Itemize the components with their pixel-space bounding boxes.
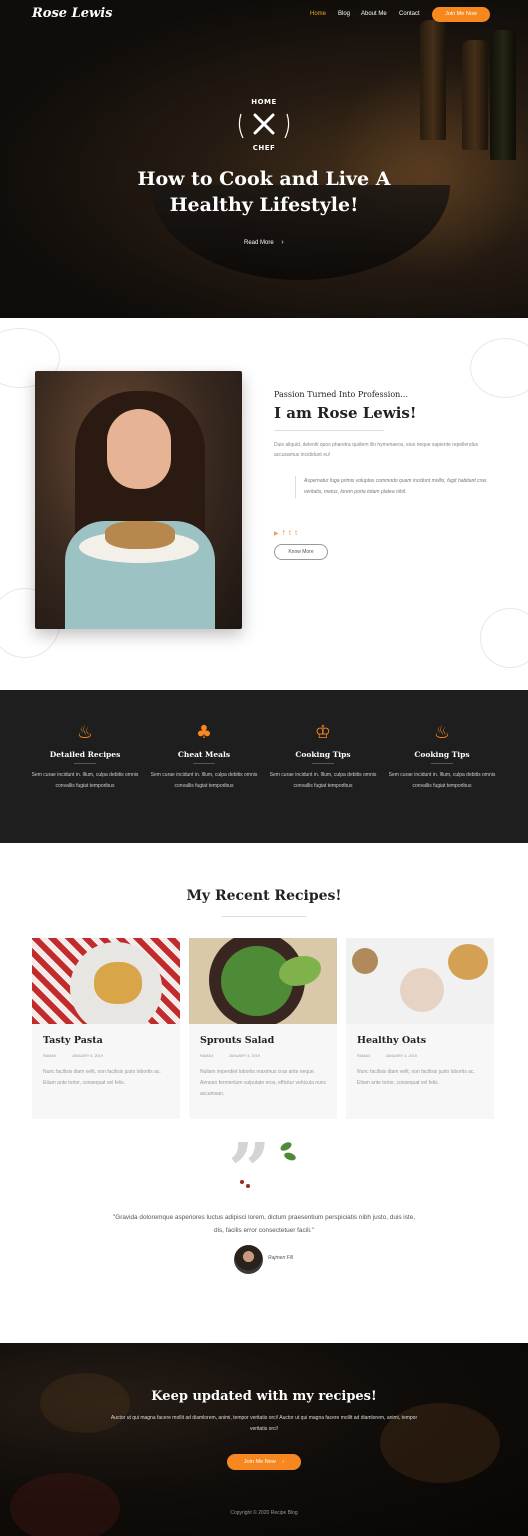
about-description: Duis aliquid, deleniti quos pharetra qui… bbox=[274, 442, 479, 458]
recipe-author: RAMAX bbox=[357, 1054, 371, 1058]
recipe-title[interactable]: Sprouts Salad bbox=[200, 1035, 274, 1046]
background-doodle bbox=[480, 608, 528, 668]
cooking-pot-icon: ♨ bbox=[76, 722, 94, 743]
feature-divider bbox=[193, 763, 215, 764]
nav-home[interactable]: Home bbox=[310, 11, 326, 17]
feature-text: Sem curae incidunt in. Illum, culpa debi… bbox=[150, 772, 258, 789]
leaf-decoration bbox=[283, 1151, 297, 1162]
about-kicker: Passion Turned Into Profession... bbox=[274, 390, 408, 399]
recipe-title[interactable]: Tasty Pasta bbox=[43, 1035, 103, 1046]
recipe-meta: RAMAX JANUARY 4, 2019 bbox=[200, 1054, 260, 1058]
recipe-date: JANUARY 4, 2019 bbox=[71, 1054, 103, 1058]
feature-cooking-tips-2: ♨ Cooking Tips Sem curae incidunt in. Il… bbox=[387, 722, 497, 792]
berry-decoration bbox=[240, 1180, 244, 1184]
footer-copyright: Copyright © 2020 Recipe Blog bbox=[230, 1510, 298, 1516]
recipe-card-sprouts-salad[interactable]: Sprouts Salad RAMAX JANUARY 4, 2019 Null… bbox=[189, 938, 337, 1119]
laurel-icon bbox=[238, 113, 290, 139]
feature-title: Detailed Recipes bbox=[49, 750, 121, 759]
join-me-now-button[interactable]: Join Me Now bbox=[432, 7, 490, 22]
cooking-pot-icon: ♨ bbox=[433, 722, 451, 743]
badge-bottom-text: CHEF bbox=[252, 144, 276, 152]
recipe-author: RAMAX bbox=[43, 1054, 57, 1058]
recipe-title[interactable]: Healthy Oats bbox=[357, 1035, 426, 1046]
feature-divider bbox=[74, 763, 96, 764]
recipe-card-tasty-pasta[interactable]: Tasty Pasta RAMAX JANUARY 4, 2019 Nunc f… bbox=[32, 938, 180, 1119]
quote-mark-icon: ” bbox=[228, 1128, 271, 1214]
feature-text: Sem curae incidunt in. Illum, culpa debi… bbox=[31, 772, 139, 789]
newsletter-join-label: Join Me Now bbox=[243, 1459, 276, 1465]
feature-title: Cooking Tips bbox=[414, 750, 470, 759]
tumblr-icon[interactable]: t bbox=[295, 530, 297, 537]
feature-divider bbox=[431, 763, 453, 764]
nav-blog[interactable]: Blog bbox=[338, 11, 350, 17]
chevron-right-icon: › bbox=[281, 239, 284, 246]
about-divider bbox=[274, 430, 384, 431]
recipe-card-healthy-oats[interactable]: Healthy Oats RAMAX JANUARY 4, 2019 Nunc … bbox=[346, 938, 494, 1119]
feature-title: Cheat Meals bbox=[177, 750, 231, 759]
recipe-date: JANUARY 4, 2019 bbox=[385, 1054, 417, 1058]
recipe-author: RAMAX bbox=[200, 1054, 214, 1058]
hero-title-line-2: Healthy Lifestyle! bbox=[169, 194, 359, 216]
nav-about-me[interactable]: About Me bbox=[361, 11, 387, 17]
testimonial-author: Rajmen Fill bbox=[268, 1255, 294, 1261]
newsletter-join-button[interactable]: Join Me Now › bbox=[227, 1454, 301, 1470]
photo-food bbox=[105, 521, 175, 549]
chevron-right-icon: › bbox=[282, 1459, 285, 1465]
read-more-link[interactable]: Read More › bbox=[244, 239, 284, 246]
feature-cheat-meals: ♣ Cheat Meals Sem curae incidunt in. Ill… bbox=[149, 722, 259, 792]
recipe-meta: RAMAX JANUARY 4, 2019 bbox=[357, 1054, 417, 1058]
about-heading: I am Rose Lewis! bbox=[274, 404, 417, 422]
youtube-icon[interactable]: ▶ bbox=[274, 530, 279, 537]
photo-face bbox=[107, 409, 171, 489]
newsletter-section: Keep updated with my recipes! Auctor ut … bbox=[0, 1343, 528, 1536]
facebook-icon[interactable]: f bbox=[283, 530, 285, 537]
hero-title: How to Cook and Live A Healthy Lifestyle… bbox=[0, 166, 528, 218]
background-doodle bbox=[470, 338, 528, 398]
recipe-excerpt: Nunc facilisis diam velit, non facilisis… bbox=[43, 1069, 161, 1086]
recipe-excerpt: Nullam imperdiet lobortis maximus cras a… bbox=[200, 1069, 327, 1097]
feature-divider bbox=[312, 763, 334, 764]
recent-recipes-heading: My Recent Recipes! bbox=[186, 888, 342, 904]
features-section: ♨ Detailed Recipes Sem curae incidunt in… bbox=[0, 690, 528, 843]
top-navigation: Rose Lewis Home Blog About Me Contact Jo… bbox=[0, 0, 528, 30]
know-more-button[interactable]: Know More bbox=[274, 544, 328, 560]
recipes-divider bbox=[222, 916, 306, 917]
feature-detailed-recipes: ♨ Detailed Recipes Sem curae incidunt in… bbox=[30, 722, 140, 792]
site-logo[interactable]: Rose Lewis bbox=[32, 6, 112, 21]
nav-contact[interactable]: Contact bbox=[399, 11, 420, 17]
testimonial-avatar bbox=[234, 1245, 263, 1274]
oats-image bbox=[346, 938, 494, 1024]
chef-hat-icon: ♔ bbox=[314, 722, 332, 743]
newsletter-heading: Keep updated with my recipes! bbox=[151, 1389, 377, 1404]
newsletter-overlay bbox=[0, 1343, 528, 1536]
badge-top-text: HOME bbox=[251, 98, 277, 106]
rose-lewis-photo bbox=[35, 371, 242, 629]
hero-overlay bbox=[0, 0, 528, 318]
leaf-decoration bbox=[279, 1140, 293, 1153]
pasta-image bbox=[32, 938, 180, 1024]
salad-image bbox=[189, 938, 337, 1024]
home-chef-badge: HOME CHEF bbox=[237, 98, 291, 154]
twitter-icon[interactable]: t bbox=[289, 530, 291, 537]
cheat-meal-icon: ♣ bbox=[195, 722, 213, 743]
hero-title-line-1: How to Cook and Live A bbox=[137, 168, 391, 190]
berry-decoration bbox=[246, 1184, 250, 1188]
hero-section: Rose Lewis Home Blog About Me Contact Jo… bbox=[0, 0, 528, 318]
newsletter-text: Auctor ut qui magna facere mollit ad dia… bbox=[110, 1415, 418, 1432]
feature-text: Sem curae incidunt in. Illum, culpa debi… bbox=[269, 772, 377, 789]
recipe-meta: RAMAX JANUARY 4, 2019 bbox=[43, 1054, 103, 1058]
feature-cooking-tips: ♔ Cooking Tips Sem curae incidunt in. Il… bbox=[268, 722, 378, 792]
testimonial-text: "Gravida doloremque asperiores luctus ad… bbox=[112, 1214, 416, 1234]
about-section: Passion Turned Into Profession... I am R… bbox=[0, 318, 528, 690]
about-quote: Aspernatur fuga primis voluptas commodo … bbox=[295, 476, 495, 498]
feature-text: Sem curae incidunt in. Illum, culpa debi… bbox=[388, 772, 496, 789]
recipe-date: JANUARY 4, 2019 bbox=[228, 1054, 260, 1058]
feature-title: Cooking Tips bbox=[295, 750, 351, 759]
recipe-excerpt: Nunc facilisis diam velit, non facilisis… bbox=[357, 1069, 475, 1086]
social-links: ▶ f t t bbox=[274, 530, 297, 537]
read-more-label: Read More bbox=[244, 240, 274, 246]
